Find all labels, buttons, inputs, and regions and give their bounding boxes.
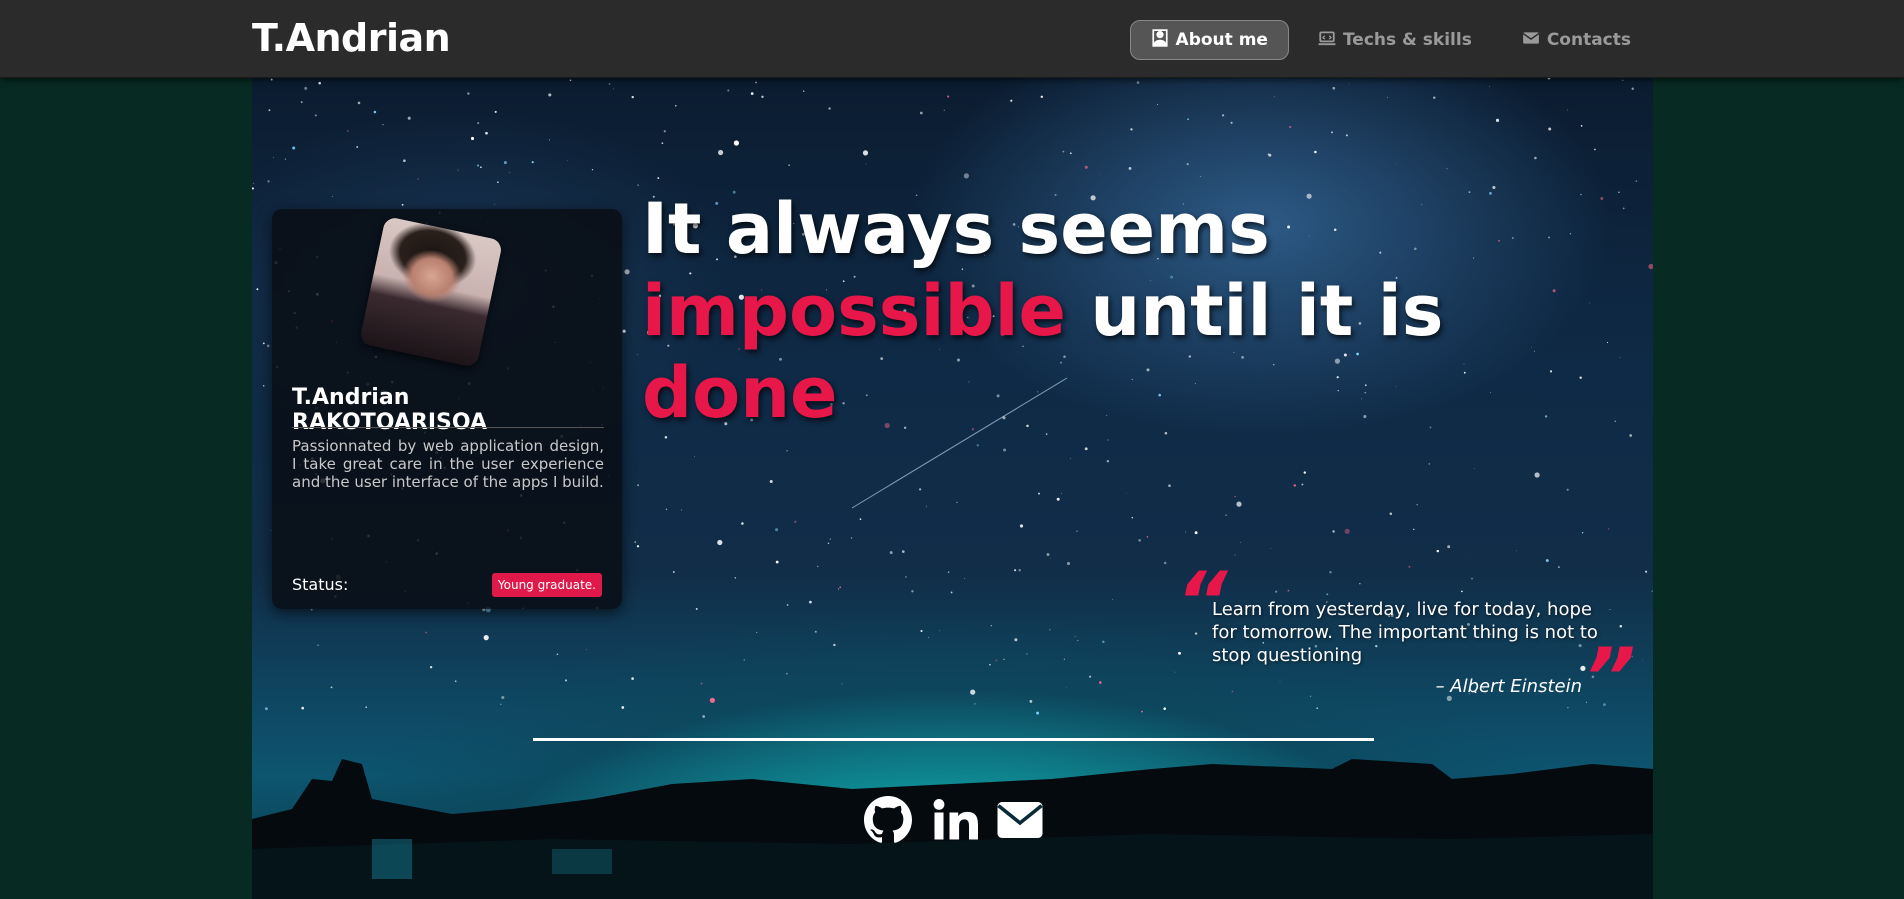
nav-item-contacts[interactable]: Contacts [1501,20,1652,60]
navbar: T.Andrian About me Techs & skills Contac… [0,0,1904,78]
social-links [864,796,1044,848]
quote-author: – Albert Einstein [1435,676,1582,697]
linkedin-link[interactable] [930,798,978,846]
status-badge: Young graduate. [491,573,602,597]
headline-accent-impossible: impossible [642,270,1067,352]
linkedin-icon [930,796,978,848]
envelope-icon [996,796,1044,848]
hero-section: T.Andrian RAKOTOARISOA Passionnated by w… [252,78,1653,899]
nav-menu: About me Techs & skills Contacts [1129,20,1652,60]
github-icon [864,796,912,848]
headline-text: It always seems [642,188,1270,270]
email-link[interactable] [996,798,1044,846]
quote-text: Learn from yesterday, live for today, ho… [1212,599,1598,666]
user-tie-icon [1151,28,1169,52]
github-link[interactable] [864,796,912,848]
brand-logo[interactable]: T.Andrian [252,16,451,60]
profile-avatar [358,215,504,369]
nav-item-label: Contacts [1546,30,1631,50]
headline-accent-done: done [642,352,838,434]
headline-text: until it is [1066,270,1444,352]
quote-close-mark: ” [1584,631,1636,724]
laptop-code-icon [1318,29,1336,52]
envelope-icon [1522,29,1540,52]
profile-card: T.Andrian RAKOTOARISOA Passionnated by w… [272,209,622,609]
profile-bio: Passionnated by web application design, … [292,437,604,491]
nav-item-techs-skills[interactable]: Techs & skills [1297,20,1493,60]
hero-headline: It always seems impossible until it is d… [642,188,1642,434]
nav-item-about-me[interactable]: About me [1129,20,1289,60]
profile-divider [292,427,604,428]
nav-item-label: About me [1175,30,1268,50]
nav-item-label: Techs & skills [1342,30,1472,50]
section-divider [533,738,1374,741]
status-label: Status: [292,575,349,594]
